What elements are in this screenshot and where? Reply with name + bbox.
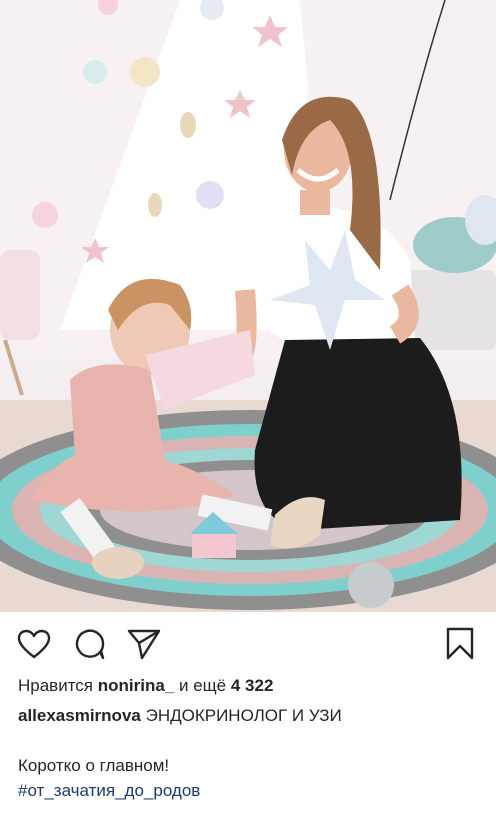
- comment-button[interactable]: [72, 626, 108, 662]
- save-button[interactable]: [442, 626, 478, 662]
- likes-user-link[interactable]: nonirina_: [98, 676, 175, 695]
- likes-prefix: Нравится: [18, 676, 94, 695]
- author-bio: ЭНДОКРИНОЛОГ И УЗИ: [145, 706, 342, 725]
- bookmark-icon: [446, 627, 474, 660]
- post-action-bar: [0, 612, 496, 672]
- paper-plane-icon: [127, 629, 161, 660]
- post-photo-illustration: [0, 0, 496, 612]
- likes-count[interactable]: 4 322: [231, 676, 274, 695]
- author-username[interactable]: allexasmirnova: [18, 706, 141, 725]
- comment-bubble-icon: [75, 629, 105, 660]
- share-button[interactable]: [126, 626, 162, 662]
- heart-outline-icon: [17, 629, 51, 659]
- likes-middle: и ещё: [179, 676, 227, 695]
- like-button[interactable]: [16, 626, 52, 662]
- hashtag-link[interactable]: #от_зачатия_до_родов: [18, 781, 200, 801]
- post-caption: Коротко о главном!: [18, 756, 170, 775]
- likes-summary[interactable]: Нравится nonirina_ и ещё 4 322: [18, 676, 273, 696]
- author-line: allexasmirnova ЭНДОКРИНОЛОГ И УЗИ: [18, 706, 342, 726]
- post-photo[interactable]: [0, 0, 496, 612]
